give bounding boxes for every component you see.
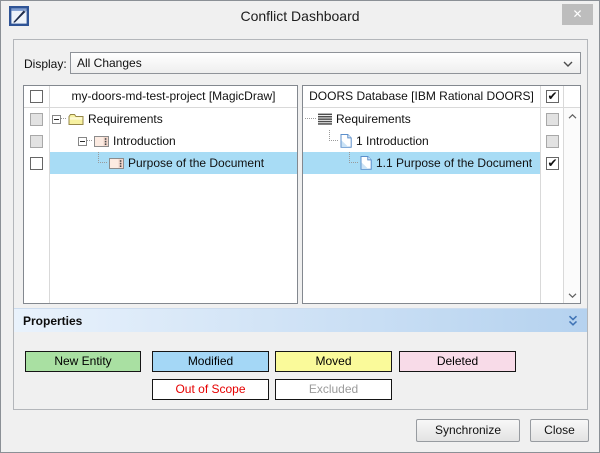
left-panel-header: my-doors-md-test-project [MagicDraw] [50,86,297,108]
legend-new-entity[interactable]: New Entity [25,351,141,372]
tree-row-purpose[interactable]: Purpose of the Document [50,152,297,174]
requirement-icon [94,136,109,147]
tree-connector [98,152,107,163]
collapse-toggle-icon[interactable] [52,115,61,124]
tree-connector [305,118,316,120]
tree-connector [87,140,92,142]
scroll-down-arrow[interactable] [564,287,580,303]
tree-row-label: Requirements [88,112,163,126]
tree-row-label: Requirements [336,112,411,126]
tree-row-requirements-module[interactable]: Requirements [303,108,540,130]
magicdraw-tree-panel: my-doors-md-test-project [MagicDraw] Req… [23,85,298,304]
tree-row-label: 1.1 Purpose of the Document [376,156,532,170]
legend-excluded: Excluded [275,379,392,400]
right-tree: DOORS Database [IBM Rational DOORS] [303,86,540,303]
collapse-toggle-icon[interactable] [78,137,87,146]
tree-row-1-introduction[interactable]: 1 Introduction [303,130,540,152]
right-header-checkbox-cell [541,86,563,108]
synchronize-button[interactable]: Synchronize [416,419,520,442]
display-label: Display: [24,57,67,71]
tree-row-label: Introduction [113,134,176,148]
tree-connector [329,130,338,141]
row-checkbox-disabled [546,135,559,148]
tree-row-introduction[interactable]: Introduction [50,130,297,152]
titlebar: Conflict Dashboard ✕ [1,1,599,31]
row-checkbox-cell [24,130,49,152]
row-checkbox-disabled [30,113,43,126]
row-checkbox-cell [541,130,563,152]
display-filter-value: All Changes [77,56,142,70]
double-chevron-down-icon [568,315,578,327]
vertical-scrollbar[interactable] [563,86,580,303]
document-icon [340,134,352,148]
tree-row-1-1-purpose[interactable]: 1.1 Purpose of the Document [303,152,540,174]
legend-out-of-scope[interactable]: Out of Scope [152,379,269,400]
properties-section-header[interactable]: Properties [14,308,587,332]
row-checkbox-disabled [30,135,43,148]
scrollbar-track[interactable] [564,124,580,287]
left-tree: my-doors-md-test-project [MagicDraw] Req… [50,86,297,303]
tree-row-label: 1 Introduction [356,134,429,148]
tree-connector [349,152,358,163]
doors-tree-panel: DOORS Database [IBM Rational DOORS] [302,85,581,304]
scroll-up-arrow[interactable] [564,108,580,124]
window-title: Conflict Dashboard [1,1,599,31]
row-checkbox-disabled [546,113,559,126]
properties-label: Properties [14,314,82,328]
document-icon [360,156,372,170]
right-panel-header: DOORS Database [IBM Rational DOORS] [303,86,540,108]
conflict-dashboard-dialog: Conflict Dashboard ✕ Display: All Change… [0,0,600,453]
doors-module-icon [318,113,332,126]
requirement-icon [109,158,124,169]
row-checkbox-cell [541,108,563,130]
row-checkbox-cell [24,152,49,174]
left-header-checkbox-cell [24,86,49,108]
chevron-down-icon [563,61,573,67]
tree-row-label: Purpose of the Document [128,156,264,170]
right-select-all-checkbox[interactable] [546,90,559,103]
row-checkbox-cell [541,152,563,174]
tree-connector [61,118,66,120]
row-checkbox[interactable] [546,157,559,170]
tree-row-requirements[interactable]: Requirements [50,108,297,130]
row-checkbox-cell [24,108,49,130]
close-button[interactable]: Close [530,419,589,442]
left-select-all-checkbox[interactable] [30,90,43,103]
folder-icon [68,113,84,126]
left-checkbox-column [24,86,50,303]
close-icon: ✕ [572,7,582,21]
legend-deleted[interactable]: Deleted [399,351,516,372]
right-checkbox-column [540,86,563,303]
legend-modified[interactable]: Modified [152,351,269,372]
scrollbar-spacer [564,86,580,108]
row-checkbox[interactable] [30,157,43,170]
close-window-button[interactable]: ✕ [562,4,593,25]
display-filter-dropdown[interactable]: All Changes [70,52,581,74]
legend-moved[interactable]: Moved [275,351,392,372]
